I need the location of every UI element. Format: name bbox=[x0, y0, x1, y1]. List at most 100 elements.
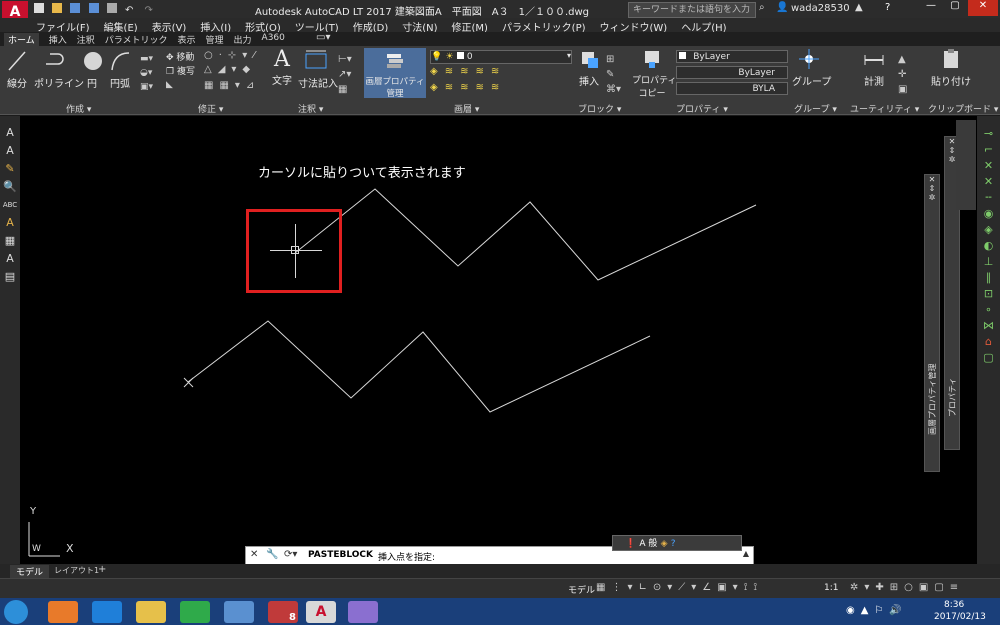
snap-extension-icon[interactable]: ╌ bbox=[977, 190, 1000, 206]
utilities-group-label[interactable]: ユーティリティ ▾ bbox=[850, 102, 919, 115]
snap-tangent-icon[interactable]: ◐ bbox=[977, 238, 1000, 254]
snap-insert-icon[interactable]: ⊡ bbox=[977, 286, 1000, 302]
edit-block-icon[interactable]: ✎ bbox=[606, 67, 621, 82]
layout1-tab[interactable]: レイアウト1 bbox=[54, 565, 99, 576]
ime-flag-icon[interactable]: ❗ bbox=[625, 539, 636, 549]
binoculars-icon[interactable]: ⌕ bbox=[759, 2, 765, 13]
maximize-button[interactable]: ▢ bbox=[944, 0, 966, 16]
snap-perpendicular-icon[interactable]: ⊥ bbox=[977, 254, 1000, 270]
abc-icon[interactable]: ABC bbox=[0, 196, 20, 214]
modify-icons-row2[interactable]: △◢▾◆ bbox=[204, 64, 256, 75]
palette-autohide-icon[interactable]: ⇕ bbox=[925, 184, 939, 193]
ribbon-tab[interactable]: 挿入 bbox=[49, 33, 67, 46]
layer-manager-palette[interactable]: ✕ ⇕ ✲ 画層プロパティ管理 bbox=[924, 174, 940, 472]
ribbon-tab[interactable]: ホーム bbox=[4, 33, 39, 46]
lineweight-dropdown[interactable]: BYLA bbox=[676, 82, 788, 95]
palette-close-icon[interactable]: ✕ bbox=[925, 175, 939, 184]
quick-select-icon[interactable]: ▲ bbox=[898, 52, 907, 67]
text-style-icon[interactable]: A bbox=[0, 214, 20, 232]
redo-icon[interactable]: ↷ bbox=[145, 5, 153, 16]
navigation-bar[interactable] bbox=[956, 120, 976, 210]
linear-dim-icon[interactable]: ⊢▾ bbox=[338, 52, 352, 67]
point-icon[interactable]: ✛ bbox=[898, 67, 907, 82]
text-button[interactable]: A 文字 bbox=[270, 48, 294, 88]
stretch-icon[interactable]: ◣ bbox=[166, 80, 173, 90]
snap-center-icon[interactable]: ◉ bbox=[977, 206, 1000, 222]
minimize-button[interactable]: — bbox=[920, 0, 942, 16]
snap-apparent-icon[interactable]: ✕ bbox=[977, 174, 1000, 190]
snap-quadrant-icon[interactable]: ◈ bbox=[977, 222, 1000, 238]
ribbon-tab[interactable]: 管理 bbox=[206, 33, 224, 46]
user-icon[interactable]: 👤 bbox=[776, 2, 788, 13]
media-player-icon[interactable] bbox=[48, 601, 78, 623]
pencil-icon[interactable]: ✎ bbox=[0, 160, 20, 178]
paste-button[interactable]: 貼り付け bbox=[928, 48, 974, 88]
modify-icons-row1[interactable]: ○·⊹▾⁄ bbox=[204, 50, 261, 61]
model-space-button[interactable]: モデル bbox=[568, 583, 595, 596]
mtext-tool-icon[interactable]: A bbox=[0, 142, 20, 160]
snap-settings-icon[interactable]: ▢ bbox=[977, 350, 1000, 366]
rectangle-icon[interactable]: ▬▾ bbox=[140, 52, 153, 66]
command-close-icon[interactable]: ✕ bbox=[250, 549, 258, 560]
dimension-button[interactable]: 寸法記入 bbox=[298, 48, 338, 90]
create-block-icon[interactable]: ⊞ bbox=[606, 52, 621, 67]
linetype-dropdown[interactable]: ByLayer bbox=[676, 66, 788, 79]
find-text-icon[interactable]: 🔍 bbox=[0, 178, 20, 196]
thunderbird-icon[interactable] bbox=[224, 601, 254, 623]
measure-button[interactable]: 計測 bbox=[856, 48, 892, 88]
hatch-icon[interactable]: ◒▾ bbox=[140, 66, 153, 80]
layer-tools-row2[interactable]: ◈≋≋≋≋ bbox=[430, 82, 506, 93]
layers-group-label[interactable]: 画層 ▾ bbox=[454, 102, 479, 115]
annotation-group-label[interactable]: 注釈 ▾ bbox=[298, 102, 323, 115]
snap-node-icon[interactable]: ∘ bbox=[977, 302, 1000, 318]
autocad-taskbar-icon[interactable]: A bbox=[306, 601, 336, 623]
line-button[interactable]: 線分 bbox=[6, 50, 28, 90]
recent-commands-icon[interactable]: ⟳▾ bbox=[284, 549, 297, 560]
match-properties-button[interactable]: プロパティ コピー bbox=[632, 48, 676, 99]
properties-group-label[interactable]: プロパティ ▾ bbox=[676, 102, 728, 115]
annotation-scale[interactable]: 1:1 bbox=[824, 583, 838, 593]
table-icon[interactable]: ▦ bbox=[338, 82, 352, 97]
snap-endpoint-icon[interactable]: ⊸ bbox=[977, 126, 1000, 142]
status-toggles[interactable]: ▦⋮▾∟⊙▾⟋▾∠▣▾⟟⟟ bbox=[596, 582, 763, 593]
paint-icon[interactable] bbox=[348, 601, 378, 623]
open-file-icon[interactable] bbox=[52, 3, 63, 13]
ime-pad-icon[interactable]: ◈ bbox=[661, 539, 668, 549]
calculator-icon[interactable]: ▣ bbox=[898, 82, 907, 97]
user-name[interactable]: wada28530 bbox=[791, 3, 850, 14]
snap-intersection-icon[interactable]: ✕ bbox=[977, 158, 1000, 174]
move-button[interactable]: ✥ 移動 bbox=[166, 50, 194, 63]
group-group-label[interactable]: グループ ▾ bbox=[794, 102, 837, 115]
ime-mode[interactable]: A 般 bbox=[639, 539, 657, 549]
text-tool-icon[interactable]: A bbox=[0, 124, 20, 142]
draw-group-label[interactable]: 作成 ▾ bbox=[66, 102, 91, 115]
status-tools[interactable]: ✲▾✚⊞○▣▢≡ bbox=[850, 582, 964, 593]
drawing-canvas[interactable]: カーソルに貼りついて表示されます Y W X ✕ ⇕ ✲ 画層プロパティ管理 ✕… bbox=[20, 116, 977, 564]
save-as-icon[interactable] bbox=[88, 3, 99, 13]
insert-block-button[interactable]: 挿入 bbox=[578, 48, 600, 88]
command-expand-icon[interactable]: ▲ bbox=[743, 549, 749, 558]
layer-properties-button[interactable]: 画層プロパティ 管理 bbox=[364, 48, 426, 99]
snap-midpoint-icon[interactable]: ⌐ bbox=[977, 142, 1000, 158]
clipboard-group-label[interactable]: クリップボード ▾ bbox=[928, 102, 998, 115]
lower-polyline[interactable] bbox=[187, 320, 651, 413]
ime-toolbar[interactable]: ❗ A 般 ◈ ? bbox=[612, 535, 742, 551]
palette-settings-icon[interactable]: ✲ bbox=[925, 193, 939, 202]
ribbon-tab[interactable]: 表示 bbox=[178, 33, 196, 46]
snap-none-icon[interactable]: ⌂ bbox=[977, 334, 1000, 350]
psp-icon[interactable]: 8 bbox=[268, 601, 298, 623]
copy-button[interactable]: ❐ 複写 bbox=[166, 64, 195, 77]
add-layout-icon[interactable]: + bbox=[98, 564, 106, 575]
scale-text-icon[interactable]: A bbox=[0, 250, 20, 268]
command-customize-icon[interactable]: 🔧 bbox=[266, 549, 278, 560]
table-tool-icon[interactable]: ▦ bbox=[0, 232, 20, 250]
justify-icon[interactable]: ▤ bbox=[0, 268, 20, 286]
model-tab[interactable]: モデル bbox=[10, 565, 50, 578]
snap-nearest-icon[interactable]: ⋈ bbox=[977, 318, 1000, 334]
system-tray[interactable]: ◉▲⚐🔊 bbox=[846, 605, 908, 616]
explorer-folder-icon[interactable] bbox=[136, 601, 166, 623]
ribbon-tab[interactable]: パラメトリック bbox=[105, 33, 168, 46]
save-icon[interactable] bbox=[70, 3, 81, 13]
ribbon-tab[interactable]: A360 bbox=[262, 33, 285, 46]
layer-dropdown[interactable]: 💡 ☀ 0 ▾ bbox=[430, 50, 572, 64]
